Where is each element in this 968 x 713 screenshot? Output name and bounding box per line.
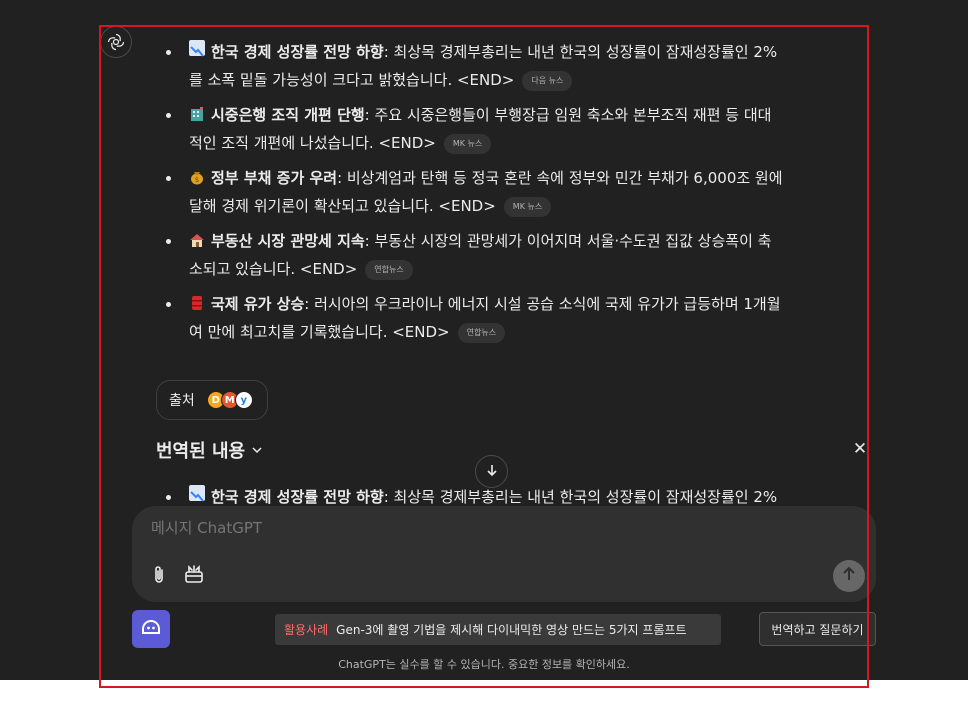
news-title: 정부 부채 증가 우려 (211, 169, 338, 187)
translated-content-toggle[interactable]: 번역된 내용 (156, 437, 263, 463)
source-badge[interactable]: MK 뉴스 (503, 197, 552, 217)
promo-banner[interactable]: 활용사례 Gen-3에 촬영 기법을 제시해 다이내믹한 영상 만드는 5가지 … (275, 614, 721, 645)
news-line: 를 소폭 밑돌 가능성이 크다고 밝혔습니다. <END> (189, 71, 515, 89)
source-favicons: D M y (206, 391, 253, 409)
source-badge[interactable]: 다음 뉴스 (522, 71, 573, 91)
source-badge[interactable]: MK 뉴스 (443, 134, 492, 154)
news-line: : 주요 시중은행들이 부행장급 임원 축소와 본부조직 재편 등 대대 (364, 106, 772, 124)
message-composer (132, 506, 876, 602)
news-line: : 러시아의 우크라이나 에너지 시설 공습 소식에 국제 유가가 급등하며 1… (304, 295, 781, 313)
chart-decreasing-icon (189, 40, 205, 57)
toolbox-icon[interactable] (183, 563, 205, 585)
news-title: 한국 경제 성장률 전망 하향 (211, 43, 384, 61)
promo-tag: 활용사례 (284, 623, 329, 637)
news-line: 달해 경제 위기론이 확산되고 있습니다. <END> (189, 197, 496, 215)
news-line: : 최상목 경제부총리는 내년 한국의 성장률이 잠재성장률인 2% (383, 488, 778, 506)
source-badge[interactable]: 연합뉴스 (457, 323, 506, 343)
arrow-down-icon (485, 462, 499, 481)
money-bag-icon: $ (189, 166, 205, 185)
bank-building-icon (189, 103, 205, 121)
list-item: 국제 유가 상승: 러시아의 우크라이나 에너지 시설 공습 소식에 국제 유가… (160, 290, 872, 346)
news-line: 적인 조직 개편에 나섰습니다. <END> (189, 134, 436, 152)
chat-window: 한국 경제 성장률 전망 하향: 최상목 경제부총리는 내년 한국의 성장률이 … (0, 0, 968, 680)
assistant-bot-button[interactable] (132, 610, 170, 648)
sources-label: 출처 (169, 393, 195, 409)
source-badge[interactable]: 연합뉴스 (365, 260, 413, 280)
list-item: 시중은행 조직 개편 단행: 주요 시중은행들이 부행장급 임원 축소와 본부조… (160, 101, 872, 157)
yonhap-favicon-icon: y (234, 391, 253, 409)
paperclip-icon[interactable] (148, 564, 170, 586)
scroll-down-button[interactable] (475, 455, 508, 488)
news-title: 국제 유가 상승 (211, 295, 305, 313)
close-icon[interactable]: ✕ (852, 440, 868, 458)
send-button[interactable] (833, 560, 865, 592)
news-line: : 비상계엄과 탄핵 등 정국 혼란 속에 정부와 민간 부채가 6,000조 … (337, 169, 783, 187)
sources-button[interactable]: 출처 D M y (156, 380, 268, 420)
oil-drum-icon (189, 292, 205, 310)
openai-logo-icon (100, 26, 132, 58)
translated-title: 번역된 내용 (156, 441, 246, 462)
list-item: $ 정부 부채 증가 우려: 비상계엄과 탄핵 등 정국 혼란 속에 정부와 민… (160, 164, 872, 220)
svg-text:$: $ (195, 176, 199, 184)
arrow-up-icon (841, 566, 857, 586)
news-list: 한국 경제 성장률 전망 하향: 최상목 경제부총리는 내년 한국의 성장률이 … (160, 38, 872, 353)
disclaimer: ChatGPT는 실수를 할 수 있습니다. 중요한 정보를 확인하세요. (338, 658, 630, 671)
message-input[interactable] (151, 519, 751, 537)
robot-face-icon (139, 615, 163, 643)
list-item: 부동산 시장 관망세 지속: 부동산 시장의 관망세가 이어지며 서울·수도권 … (160, 227, 872, 283)
house-icon (189, 229, 205, 247)
news-title: 부동산 시장 관망세 지속 (211, 232, 365, 250)
news-line: 소되고 있습니다. <END> (189, 260, 358, 278)
promo-text: Gen-3에 촬영 기법을 제시해 다이내믹한 영상 만드는 5가지 프롬프트 (336, 623, 687, 637)
list-item: 한국 경제 성장률 전망 하향: 최상목 경제부총리는 내년 한국의 성장률이 … (160, 38, 872, 94)
news-line: : 부동산 시장의 관망세가 이어지며 서울·수도권 집값 상승폭이 축 (364, 232, 772, 250)
news-title: 한국 경제 성장률 전망 하향 (211, 488, 384, 506)
chevron-down-icon (251, 440, 263, 461)
translate-and-ask-button[interactable]: 번역하고 질문하기 (759, 612, 876, 646)
news-line: : 최상목 경제부총리는 내년 한국의 성장률이 잠재성장률인 2% (383, 43, 778, 61)
chart-decreasing-icon (189, 485, 205, 502)
news-line: 여 만에 최고치를 기록했습니다. <END> (189, 323, 450, 341)
news-title: 시중은행 조직 개편 단행 (211, 106, 365, 124)
